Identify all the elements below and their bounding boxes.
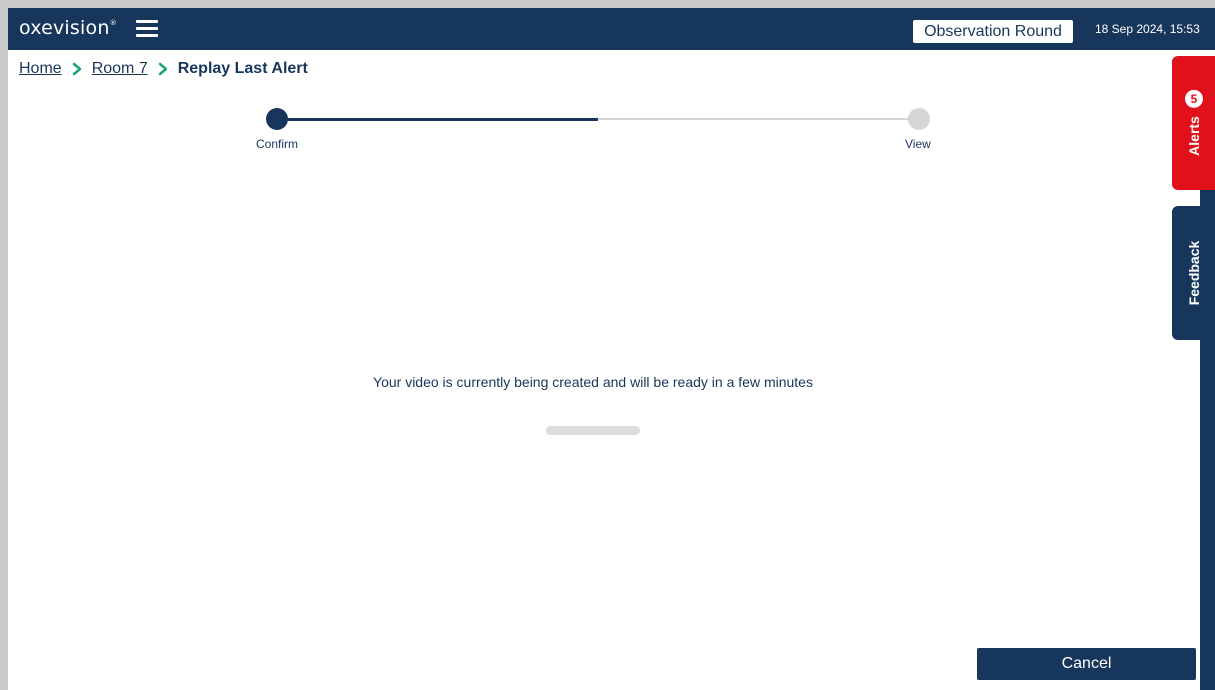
- current-datetime: 18 Sep 2024, 15:53: [1095, 22, 1200, 36]
- step-confirm-label: Confirm: [256, 137, 299, 151]
- step-view-indicator: [908, 108, 930, 130]
- video-status-message: Your video is currently being created an…: [373, 374, 813, 390]
- side-panel-edge: [1200, 190, 1215, 690]
- alerts-tab[interactable]: Alerts 5: [1172, 56, 1215, 190]
- loading-bar: [546, 426, 640, 435]
- alerts-count-badge: 5: [1184, 90, 1203, 109]
- top-navigation-bar: oxevision® Observation Round 18 Sep 2024…: [8, 8, 1215, 50]
- stepper-progress-fill: [278, 118, 598, 121]
- chevron-right-icon: [148, 62, 178, 76]
- observation-round-button[interactable]: Observation Round: [913, 20, 1073, 43]
- alerts-tab-label: Alerts: [1185, 116, 1202, 156]
- step-view-label: View: [905, 137, 931, 151]
- alerts-tab-content: Alerts 5: [1184, 90, 1203, 156]
- cancel-button[interactable]: Cancel: [977, 648, 1196, 680]
- hamburger-menu-icon[interactable]: [136, 20, 158, 38]
- breadcrumb-current-page: Replay Last Alert: [177, 60, 308, 77]
- breadcrumb-room-link[interactable]: Room 7: [92, 60, 148, 78]
- step-confirm-indicator: [266, 108, 288, 130]
- breadcrumb: Home Room 7 Replay Last Alert: [19, 59, 308, 79]
- oxevision-logo: oxevision®: [19, 17, 117, 39]
- breadcrumb-home-link[interactable]: Home: [19, 60, 62, 78]
- logo-registered-mark: ®: [109, 19, 117, 27]
- app-window: oxevision® Observation Round 18 Sep 2024…: [8, 8, 1215, 690]
- logo-text: oxevision: [19, 17, 110, 39]
- chevron-right-icon: [62, 62, 92, 76]
